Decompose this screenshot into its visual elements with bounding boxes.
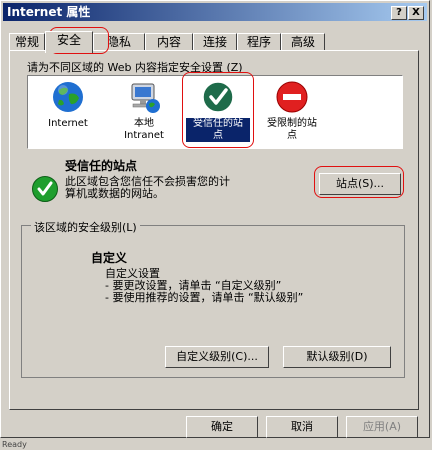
sites-button[interactable]: 站点(S)...: [319, 173, 401, 195]
zone-trusted-sites-label: 受信任的站 点: [186, 118, 250, 142]
tab-connections[interactable]: 连接: [193, 33, 237, 51]
apply-button[interactable]: 应用(A): [346, 416, 418, 438]
zone-restricted-sites[interactable]: 受限制的站 点: [260, 80, 324, 142]
title-bar: Internet 属性 ? X: [3, 3, 427, 21]
zone-restricted-sites-label: 受限制的站 点: [267, 118, 317, 141]
tab-programs[interactable]: 程序: [237, 33, 281, 51]
tab-advanced[interactable]: 高级: [281, 33, 325, 51]
zone-local-intranet-label: 本地 Intranet: [124, 118, 164, 141]
default-level-button[interactable]: 默认级别(D): [283, 346, 391, 368]
tab-general[interactable]: 常规: [9, 33, 45, 51]
ok-button[interactable]: 确定: [186, 416, 258, 438]
security-level-line-3: - 要使用推荐的设置，请单击 “默认级别”: [105, 291, 304, 304]
selected-zone-description-2: 算机或数据的网站。: [65, 187, 164, 200]
window-title: Internet 属性: [7, 5, 91, 19]
tab-content[interactable]: 内容: [145, 33, 193, 51]
intranet-icon: [127, 80, 161, 114]
zone-trusted-sites[interactable]: 受信任的站 点: [186, 80, 250, 142]
security-level-name: 自定义: [91, 251, 128, 265]
close-button[interactable]: X: [408, 6, 424, 20]
zone-internet[interactable]: Internet: [36, 80, 100, 130]
status-bar: Ready: [0, 440, 432, 450]
internet-properties-window: Internet 属性 ? X 常规 安全 隐私 内容 连接 程序 高级 请为不…: [0, 0, 430, 438]
help-button[interactable]: ?: [391, 6, 407, 20]
custom-level-button[interactable]: 自定义级别(C)...: [165, 346, 269, 368]
zone-prompt: 请为不同区域的 Web 内容指定安全设置 (Z): [27, 61, 243, 74]
tab-security[interactable]: 安全: [45, 31, 93, 53]
zone-local-intranet[interactable]: 本地 Intranet: [112, 80, 176, 142]
trusted-zone-check-icon: [31, 175, 59, 203]
restricted-icon: [275, 80, 309, 114]
trusted-check-icon: [201, 80, 235, 114]
security-level-group-title: 该区域的安全级别(L): [31, 219, 140, 235]
zone-internet-label: Internet: [48, 118, 88, 129]
cancel-button[interactable]: 取消: [266, 416, 338, 438]
selected-zone-title: 受信任的站点: [65, 159, 138, 173]
tab-privacy[interactable]: 隐私: [93, 33, 145, 51]
globe-icon: [51, 80, 85, 114]
zone-list: Internet 本地 Intranet 受信任的站 点 受限制的站 点: [27, 75, 403, 149]
